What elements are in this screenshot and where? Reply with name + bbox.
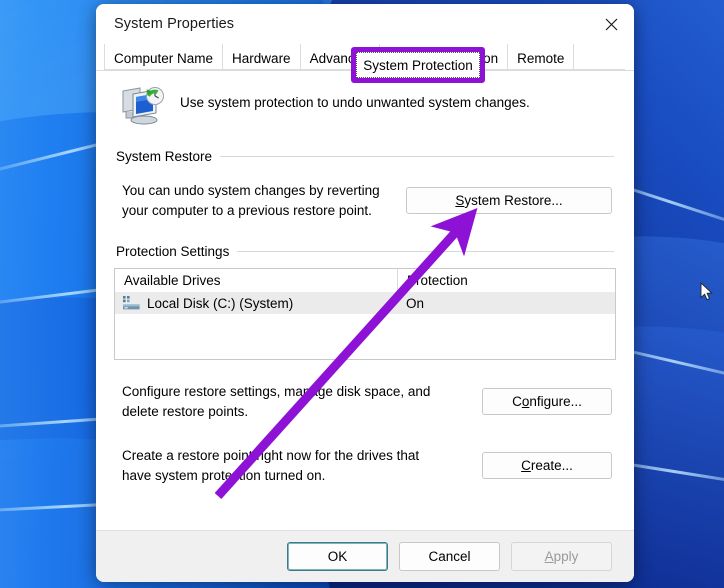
system-restore-description: You can undo system changes by reverting…	[122, 181, 380, 220]
system-restore-description-line1: You can undo system changes by reverting	[122, 183, 380, 198]
system-restore-group-label: System Restore	[116, 149, 213, 164]
protection-settings-group-header: Protection Settings	[114, 244, 616, 259]
create-row: Create a restore point right now for the…	[114, 446, 616, 485]
system-restore-group-header: System Restore	[114, 149, 616, 164]
drive-cell: Local Disk (C:) (System)	[115, 295, 397, 311]
tab-label: Hardware	[232, 50, 291, 66]
tab-computer-name[interactable]: Computer Name	[104, 44, 224, 70]
system-restore-group: System Restore You can undo system chang…	[114, 149, 616, 220]
tab-content-system-protection: Use system protection to undo unwanted s…	[96, 70, 634, 530]
button-label-pre: C	[512, 394, 522, 410]
create-description-line2: have system protection turned on.	[122, 467, 326, 483]
button-label: nfigure...	[529, 394, 582, 410]
table-row[interactable]: Local Disk (C:) (System) On	[115, 292, 615, 315]
group-divider	[237, 251, 614, 253]
system-properties-window: System Properties Computer Name Hardware…	[96, 4, 634, 582]
protection-settings-group-label: Protection Settings	[116, 244, 230, 260]
close-icon[interactable]	[588, 4, 634, 44]
available-drives-list[interactable]: Available Drives Protection Local Disk (…	[114, 268, 616, 361]
configure-row: Configure restore settings, manage disk …	[114, 382, 616, 421]
title-bar: System Properties	[96, 4, 634, 44]
dialog-footer: OK Cancel Apply	[96, 530, 634, 582]
accel-char: S	[455, 193, 465, 209]
system-protection-icon	[120, 85, 166, 127]
create-description-line1: Create a restore point right now for the…	[122, 448, 420, 464]
button-label: ystem Restore...	[464, 193, 563, 209]
drive-name: Local Disk (C:) (System)	[147, 295, 294, 311]
system-restore-description-line2: your computer to a previous restore poin…	[122, 202, 372, 218]
mouse-cursor	[700, 282, 713, 301]
apply-button: Apply	[511, 542, 612, 571]
column-header-protection[interactable]: Protection	[397, 269, 615, 293]
page-header-text: Use system protection to undo unwanted s…	[180, 95, 530, 110]
group-divider	[220, 156, 614, 157]
tab-remote[interactable]: Remote	[507, 44, 575, 70]
configure-description-line1: Configure restore settings, manage disk …	[122, 384, 431, 400]
configure-description: Configure restore settings, manage disk …	[122, 382, 430, 421]
tab-label: Remote	[517, 50, 565, 66]
column-header-available-drives[interactable]: Available Drives	[115, 273, 397, 288]
tab-label: Advanced	[309, 50, 370, 66]
tab-strip: Computer Name Hardware Advanced System P…	[96, 44, 634, 70]
button-label: reate...	[530, 458, 573, 474]
configure-button[interactable]: Co nfigure...	[482, 388, 612, 416]
hard-drive-icon	[122, 295, 141, 311]
protection-status: On	[406, 295, 425, 311]
create-button[interactable]: Create...	[482, 452, 612, 480]
configure-description-line2: delete restore points.	[122, 403, 249, 419]
tab-advanced[interactable]: Advanced	[299, 44, 380, 70]
page-header: Use system protection to undo unwanted s…	[114, 71, 616, 127]
list-header-row: Available Drives Protection	[115, 269, 615, 293]
tab-label: Computer Name	[114, 50, 214, 66]
system-restore-row: You can undo system changes by reverting…	[114, 181, 616, 220]
accel-char: A	[544, 549, 554, 564]
button-label: pply	[553, 549, 579, 564]
tab-label: System Protection	[388, 50, 499, 66]
tab-system-protection[interactable]: System Protection	[378, 44, 509, 70]
window-title: System Properties	[114, 16, 235, 32]
create-description: Create a restore point right now for the…	[122, 446, 419, 485]
cancel-button[interactable]: Cancel	[399, 542, 500, 571]
accel-char: C	[521, 458, 531, 474]
tab-hardware[interactable]: Hardware	[222, 44, 301, 70]
accel-char: o	[521, 394, 530, 410]
ok-button[interactable]: OK	[287, 542, 388, 571]
protection-settings-group: Protection Settings Available Drives Pro…	[114, 244, 616, 485]
system-restore-button[interactable]: System Restore...	[406, 187, 612, 215]
